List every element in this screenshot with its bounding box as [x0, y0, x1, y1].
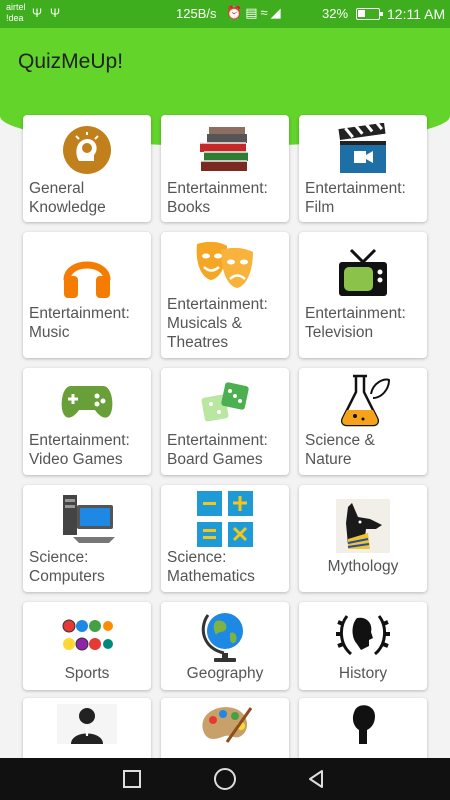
category-label: General Knowledge: [29, 180, 106, 216]
category-card-music[interactable]: Entertainment: Music: [23, 232, 151, 358]
category-label: Science: Computers: [29, 549, 105, 585]
person-desk-icon: [23, 704, 151, 749]
category-label: Science & Nature: [305, 432, 375, 468]
category-label: Entertainment: Books: [167, 180, 268, 216]
carrier-name-1: airtel: [6, 2, 26, 12]
category-label: Entertainment: Board Games: [167, 432, 268, 468]
category-card-17[interactable]: [161, 698, 289, 758]
alarm-icon: ⏰: [226, 5, 246, 20]
battery-percent: 32%: [322, 6, 349, 21]
home-button[interactable]: [214, 768, 236, 790]
books-icon: [161, 125, 289, 180]
sports-balls-icon: [23, 618, 151, 659]
globe-icon: [161, 607, 289, 668]
category-label: Entertainment: Musicals & Theatres: [167, 296, 268, 351]
flask-leaf-icon: [299, 372, 427, 433]
computer-icon: [23, 493, 151, 550]
category-card-mathematics[interactable]: Science: Mathematics: [161, 485, 289, 592]
category-label: History: [338, 665, 388, 682]
category-card-mythology[interactable]: Mythology: [299, 485, 427, 592]
status-bar: airtel !dea Ψ Ψ 125B/s ⏰▤≈◢ 32% 12:11 AM: [0, 0, 450, 28]
category-card-18[interactable]: [299, 698, 427, 758]
category-card-computers[interactable]: Science: Computers: [23, 485, 151, 592]
clock: 12:11 AM: [387, 6, 446, 22]
category-card-film[interactable]: Entertainment: Film: [299, 115, 427, 222]
category-label: Science: Mathematics: [167, 549, 255, 585]
status-icons: ⏰▤≈◢: [226, 5, 284, 21]
vibrate-icon: ▤: [245, 5, 261, 20]
wifi-icon: ≈: [260, 5, 271, 20]
category-label: Sports: [64, 665, 110, 682]
category-card-history[interactable]: History: [299, 602, 427, 690]
system-nav-bar: [0, 758, 450, 800]
category-label: Entertainment: Film: [305, 180, 406, 216]
usb-icon-2: Ψ: [50, 6, 61, 20]
recent-apps-button[interactable]: [123, 770, 141, 788]
gamepad-icon: [23, 380, 151, 429]
category-label: Entertainment: Music: [29, 305, 130, 341]
carrier-label: airtel !dea: [6, 2, 26, 24]
laurel-head-icon: [299, 606, 427, 667]
category-card-video-games[interactable]: Entertainment: Video Games: [23, 368, 151, 475]
category-card-television[interactable]: Entertainment: Television: [299, 232, 427, 358]
signal-icon: ◢: [270, 5, 284, 20]
category-card-16[interactable]: [23, 698, 151, 758]
battery-icon: [356, 8, 383, 20]
back-triangle-icon: [309, 770, 323, 788]
dice-icon: [161, 378, 289, 433]
category-card-general-knowledge[interactable]: General Knowledge: [23, 115, 151, 222]
category-grid[interactable]: General Knowledge Entertainment: Books Ent…: [0, 114, 450, 758]
category-label: Entertainment: Video Games: [29, 432, 130, 468]
lightbulb-head-icon: [23, 125, 151, 180]
palette-icon: [161, 704, 289, 749]
app-title: QuizMeUp!: [18, 50, 124, 73]
category-card-musicals-theatres[interactable]: Entertainment: Musicals & Theatres: [161, 232, 289, 358]
category-card-books[interactable]: Entertainment: Books: [161, 115, 289, 222]
anubis-icon: [299, 499, 427, 558]
category-label: Mythology: [327, 558, 399, 575]
theatre-masks-icon: [161, 238, 289, 299]
usb-icon: Ψ: [32, 6, 43, 20]
category-label: Geography: [186, 665, 264, 682]
film-clapper-icon: [299, 119, 427, 180]
category-card-geography[interactable]: Geography: [161, 602, 289, 690]
category-label: Entertainment: Television: [305, 305, 406, 341]
headphones-icon: [23, 246, 151, 307]
math-operators-icon: [161, 490, 289, 553]
television-icon: [299, 246, 427, 307]
category-card-sports[interactable]: Sports: [23, 602, 151, 690]
category-card-science-nature[interactable]: Science & Nature: [299, 368, 427, 475]
back-button[interactable]: [306, 768, 328, 790]
silhouette-icon: [299, 704, 427, 749]
carrier-name-2: !dea: [6, 13, 24, 23]
category-card-board-games[interactable]: Entertainment: Board Games: [161, 368, 289, 475]
net-speed: 125B/s: [176, 6, 217, 21]
